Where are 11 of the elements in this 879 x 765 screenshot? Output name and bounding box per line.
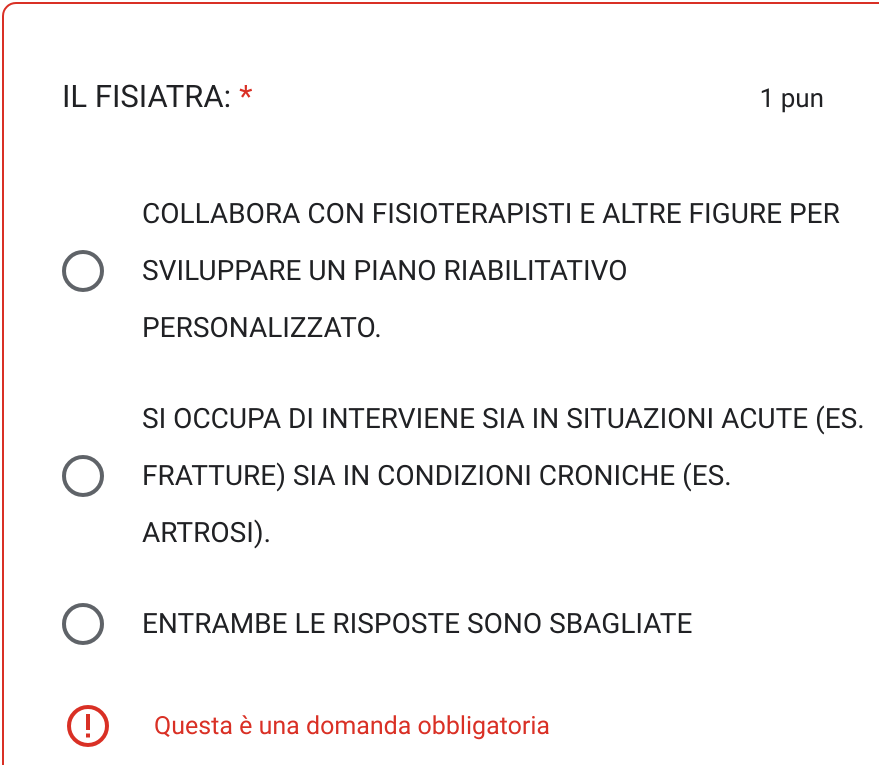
question-title: IL FISIATRA: — [62, 78, 232, 115]
option-label[interactable]: ENTRAMBE LE RISPOSTE SONO SBAGLIATE — [142, 595, 867, 652]
points-label: 1 pun — [760, 84, 824, 114]
required-asterisk: * — [239, 78, 252, 115]
radio-button[interactable] — [62, 250, 104, 292]
option-label[interactable]: SI OCCUPA DI INTERVIENE SIA IN SITUAZIONI ACUTE (ES. FRATTURE) SIA IN CONDIZIONI CRONICHE (ES. ARTROSI). — [142, 390, 867, 561]
warning-icon — [66, 704, 110, 748]
radio-button[interactable] — [62, 454, 104, 496]
option-label[interactable]: COLLABORA CON FISIOTERAPISTI E ALTRE FIGURE PER SVILUPPARE UN PIANO RIABILITATIVO PERSONALIZZATO. — [142, 185, 867, 356]
radio-button[interactable] — [62, 602, 104, 644]
error-message: Questa è una domanda obbligatoria — [154, 712, 550, 740]
